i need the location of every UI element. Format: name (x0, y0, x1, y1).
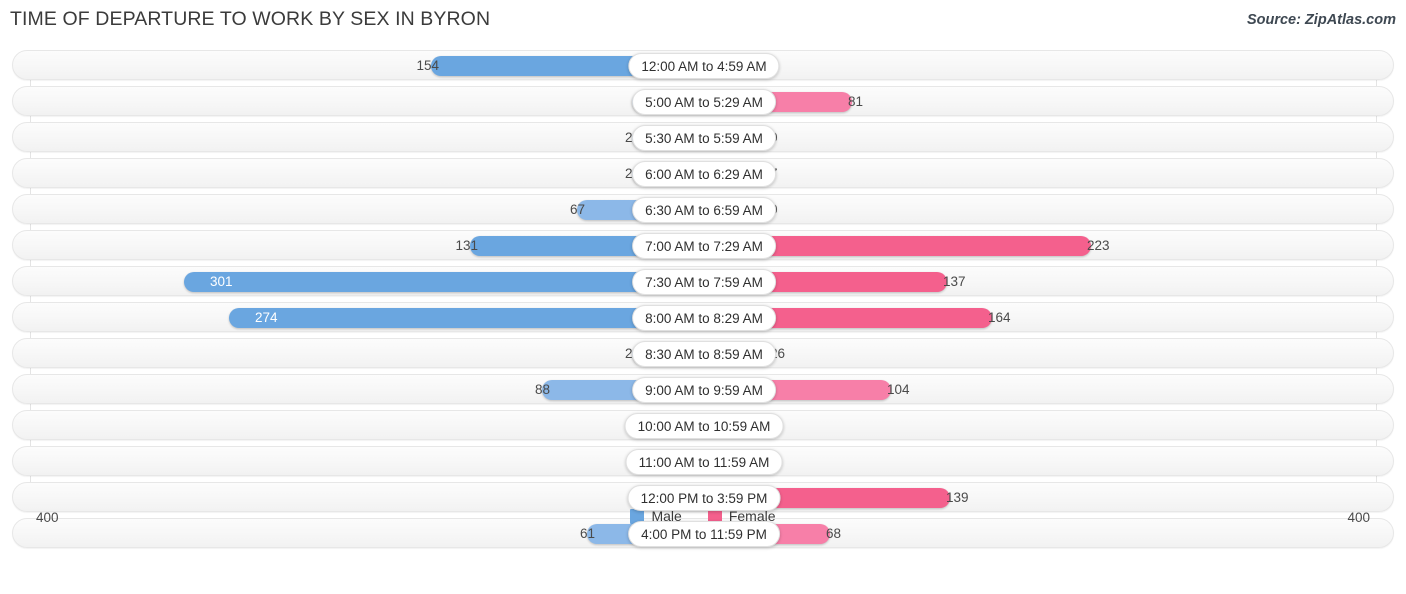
chart-page: TIME OF DEPARTURE TO WORK BY SEX IN BYRO… (0, 0, 1406, 594)
table-row[interactable]: 301 137 7:30 AM to 7:59 AM (12, 266, 1394, 296)
category-label: 8:00 AM to 8:29 AM (632, 305, 776, 331)
value-label-male: 301 (210, 274, 233, 289)
category-label: 5:00 AM to 5:29 AM (632, 89, 776, 115)
category-label: 11:00 AM to 11:59 AM (625, 449, 783, 475)
table-row[interactable]: 0010:00 AM to 10:59 AM (12, 410, 1394, 440)
table-row[interactable]: 2205:30 AM to 5:59 AM (12, 122, 1394, 152)
chart-plot-area: 154012:00 AM to 4:59 AM0815:00 AM to 5:2… (0, 50, 1406, 554)
category-label: 12:00 PM to 3:59 PM (627, 485, 781, 511)
table-row[interactable]: 274 164 8:00 AM to 8:29 AM (12, 302, 1394, 332)
category-label: 6:30 AM to 6:59 AM (632, 197, 776, 223)
table-row[interactable]: 88 104 9:00 AM to 9:59 AM (12, 374, 1394, 404)
table-row[interactable]: 2376:00 AM to 6:29 AM (12, 158, 1394, 188)
category-label: 4:00 PM to 11:59 PM (628, 521, 780, 547)
value-label-female: 137 (943, 274, 966, 289)
value-label-female: 223 (1087, 238, 1110, 253)
value-label-female: 81 (848, 94, 864, 109)
value-label-female: 164 (988, 310, 1011, 325)
value-label-male: 61 (579, 526, 595, 541)
page-title: TIME OF DEPARTURE TO WORK BY SEX IN BYRO… (10, 8, 491, 30)
table-row[interactable]: 29268:30 AM to 8:59 AM (12, 338, 1394, 368)
value-label-male: 88 (534, 382, 550, 397)
value-label-male: 131 (455, 238, 478, 253)
value-label-female: 139 (946, 490, 969, 505)
category-label: 8:30 AM to 8:59 AM (632, 341, 776, 367)
table-row[interactable]: 154012:00 AM to 4:59 AM (12, 50, 1394, 80)
category-label: 5:30 AM to 5:59 AM (632, 125, 776, 151)
bar-male[interactable] (229, 308, 690, 328)
category-label: 7:00 AM to 7:29 AM (632, 233, 776, 259)
category-label: 10:00 AM to 10:59 AM (624, 413, 784, 439)
table-row[interactable]: 0815:00 AM to 5:29 AM (12, 86, 1394, 116)
value-label-male: 274 (255, 310, 278, 325)
category-label: 6:00 AM to 6:29 AM (632, 161, 776, 187)
value-label-female: 104 (887, 382, 910, 397)
category-label: 9:00 AM to 9:59 AM (632, 377, 776, 403)
category-label: 12:00 AM to 4:59 AM (628, 53, 780, 79)
table-row[interactable]: 131 223 7:00 AM to 7:29 AM (12, 230, 1394, 260)
value-label-male: 67 (569, 202, 585, 217)
table-row[interactable]: 6706:30 AM to 6:59 AM (12, 194, 1394, 224)
value-label-female: 68 (826, 526, 842, 541)
table-row[interactable]: 0011:00 AM to 11:59 AM (12, 446, 1394, 476)
source-attribution: Source: ZipAtlas.com (1246, 12, 1396, 28)
category-label: 7:30 AM to 7:59 AM (632, 269, 776, 295)
bar-male[interactable] (184, 272, 690, 292)
value-label-male: 154 (416, 58, 439, 73)
